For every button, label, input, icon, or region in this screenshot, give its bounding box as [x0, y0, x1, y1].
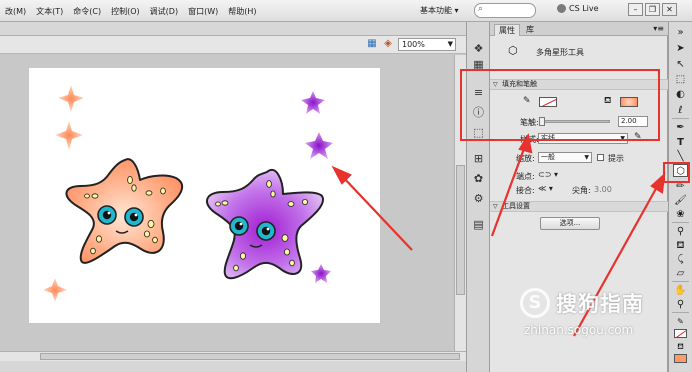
small-purple-star — [301, 91, 325, 114]
panel-menu-icon[interactable]: ▾≡ — [653, 24, 664, 33]
main-menu: 改(M) 文本(T) 命令(C) 控制(O) 调试(D) 窗口(W) 帮助(H) — [0, 6, 262, 17]
section-tool-settings[interactable]: ▽ 工具设置 — [490, 201, 668, 212]
small-purple-star — [305, 132, 333, 159]
menu-bar: 改(M) 文本(T) 命令(C) 控制(O) 调试(D) 窗口(W) 帮助(H)… — [0, 0, 692, 22]
small-orange-star — [43, 278, 67, 302]
menu-window[interactable]: 窗口(W) — [183, 6, 223, 17]
horizontal-scrollbar[interactable] — [0, 351, 466, 361]
free-transform-tool-icon[interactable]: ⬚ — [673, 73, 688, 86]
brush-tool-icon[interactable]: 🖌 — [673, 194, 688, 207]
stage-canvas[interactable] — [29, 68, 380, 323]
stage-artwork — [43, 85, 333, 302]
tab-library[interactable]: 库 — [522, 24, 538, 36]
join-select[interactable]: ≪ ▾ — [538, 184, 553, 193]
window-controls: – ❐ ✕ — [628, 3, 677, 16]
cap-label: 端点: — [516, 172, 535, 181]
search-input[interactable]: ⌕ — [474, 3, 536, 18]
menu-commands[interactable]: 命令(C) — [68, 6, 106, 17]
selection-tool-icon[interactable]: ➤ — [673, 42, 688, 55]
menu-debug[interactable]: 调试(D) — [145, 6, 183, 17]
fill-color-control[interactable] — [674, 354, 687, 363]
annotation-highlight-polystar-tool — [663, 162, 690, 183]
annotation-highlight-fill-stroke — [460, 69, 660, 141]
hint-label: 提示 — [608, 154, 624, 163]
scrollbar-thumb[interactable] — [40, 353, 460, 360]
toolbox-divider — [672, 281, 689, 282]
menu-control[interactable]: 控制(O) — [106, 6, 145, 17]
tab-properties[interactable]: 属性 — [494, 24, 520, 36]
components-icon[interactable]: ⊞ — [472, 152, 485, 165]
sogou-logo-icon: S — [520, 288, 550, 318]
orange-starfish — [65, 158, 184, 264]
eraser-tool-icon[interactable]: ▱ — [673, 267, 688, 280]
status-strip — [0, 361, 466, 372]
panel-tabs: 属性 库 ▾≡ — [490, 22, 668, 36]
purple-starfish — [206, 169, 325, 280]
scrollbar-thumb[interactable] — [456, 165, 465, 295]
watermark-url: zhinan.sogou.com — [524, 323, 634, 337]
sogou-watermark: S 搜狗指南 zhinan.sogou.com — [520, 288, 690, 343]
cap-select[interactable]: ⊂⊃ ▾ — [538, 170, 558, 179]
scale-label: 缩放: — [516, 154, 535, 163]
document-tab-bar — [0, 22, 466, 36]
hint-checkbox[interactable] — [597, 154, 604, 161]
zoom-select[interactable]: 100% ▼ — [398, 38, 456, 51]
options-button[interactable]: 选项... — [540, 217, 600, 230]
scale-select[interactable]: 一般 ▼ — [538, 152, 592, 163]
close-button[interactable]: ✕ — [662, 3, 677, 16]
polystar-tool-icon: ⬡ — [508, 44, 518, 57]
text-tool-icon[interactable]: T — [673, 136, 688, 149]
bone-tool-icon[interactable]: ⚲ — [673, 225, 688, 238]
lasso-tool-icon[interactable]: ℓ — [673, 104, 688, 117]
actions-icon[interactable]: ⚙ — [472, 192, 485, 205]
watermark-title: 搜狗指南 — [556, 292, 644, 316]
3d-rotation-tool-icon[interactable]: ◐ — [673, 88, 688, 101]
deco-tool-icon[interactable]: ❀ — [673, 208, 688, 221]
search-icon: ⌕ — [478, 4, 484, 14]
collapse-triangle-icon: ▽ — [493, 203, 498, 210]
subselection-tool-icon[interactable]: ↖ — [673, 58, 688, 71]
small-orange-star — [58, 85, 84, 112]
cs-live-label: CS Live — [569, 4, 599, 13]
menu-modify[interactable]: 改(M) — [0, 6, 31, 17]
cs-live-icon — [557, 4, 566, 13]
menu-help[interactable]: 帮助(H) — [223, 6, 261, 17]
workspace-switcher[interactable]: 基本功能 ▾ — [420, 5, 459, 16]
eyedropper-tool-icon[interactable]: ⤹ — [673, 253, 688, 266]
menu-text[interactable]: 文本(T) — [31, 6, 68, 17]
minimize-button[interactable]: – — [628, 3, 643, 16]
motion-presets-icon[interactable]: ❖ — [472, 42, 485, 55]
tool-name: 多角星形工具 — [536, 48, 584, 57]
history-icon[interactable]: ▤ — [472, 218, 485, 231]
collapse-icon[interactable]: » — [673, 26, 688, 39]
scale-value: 一般 — [541, 153, 555, 161]
paint-bucket-tool-icon[interactable]: ⛾ — [673, 239, 688, 252]
tool-header: ⬡ 多角星形工具 — [490, 36, 668, 64]
miter-value[interactable]: 3.00 — [594, 185, 612, 194]
section-title: 工具设置 — [502, 202, 530, 210]
chevron-down-icon: ▼ — [447, 40, 453, 48]
small-orange-star — [55, 121, 83, 150]
stage-edit-bar: ▦ ◈ 100% ▼ — [0, 36, 466, 54]
join-label: 接合: — [516, 186, 535, 195]
edit-symbol-icon[interactable]: ◈ — [382, 38, 394, 50]
chevron-down-icon: ▼ — [584, 154, 589, 161]
toolbox-divider — [672, 118, 689, 119]
zoom-value: 100% — [402, 40, 425, 49]
component-inspector-icon[interactable]: ✿ — [472, 172, 485, 185]
edit-scene-icon[interactable]: ▦ — [366, 38, 378, 50]
pen-tool-icon[interactable]: ✒ — [673, 121, 688, 134]
cs-live-button[interactable]: CS Live — [557, 4, 599, 13]
miter-label: 尖角: — [572, 186, 591, 195]
restore-button[interactable]: ❐ — [645, 3, 660, 16]
toolbox-divider — [672, 222, 689, 223]
small-purple-star — [311, 264, 331, 283]
